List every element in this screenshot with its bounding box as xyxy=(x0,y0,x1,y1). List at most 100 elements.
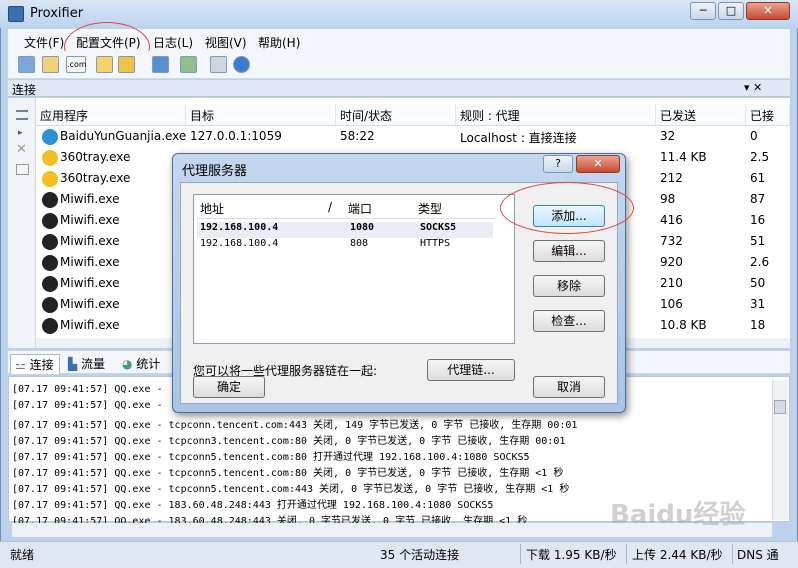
tab-connections[interactable]: ⚍ 连接 xyxy=(10,354,60,374)
status-ready: 就绪 xyxy=(10,548,35,562)
menu-log[interactable]: 日志(L) xyxy=(153,34,193,51)
proxy-chain-button[interactable]: 代理链... xyxy=(427,359,515,381)
tab-traffic[interactable]: ▙ 流量 xyxy=(64,354,114,374)
log-line: [07.17 09:41:57] QQ.exe - 183.60.48.248:… xyxy=(12,500,494,511)
detach-icon[interactable] xyxy=(16,164,29,175)
cell-recv: 2.5 xyxy=(750,150,770,164)
cell-recv: 51 xyxy=(750,234,766,248)
menu-view[interactable]: 视图(V) xyxy=(205,34,247,51)
section-pin-icon[interactable]: ▾ ✕ xyxy=(744,81,762,94)
connect-icon[interactable] xyxy=(18,56,35,73)
menu-file[interactable]: 文件(F) xyxy=(24,34,64,51)
cell-recv: 2.6 xyxy=(750,255,770,269)
cell-recv: 18 xyxy=(750,318,766,332)
cell-app: Miwifi.exe xyxy=(60,213,120,227)
expand-icon[interactable]: ▸ xyxy=(18,128,23,138)
log-scroll-thumb[interactable] xyxy=(774,400,786,414)
cell-time: 58:22 xyxy=(340,129,375,143)
maximize-button[interactable]: □ xyxy=(718,2,744,20)
minimize-button[interactable]: ─ xyxy=(690,2,716,20)
cell-app: 360tray.exe xyxy=(60,150,131,164)
dialog-help-button[interactable]: ? xyxy=(543,155,573,173)
statistics-tab-icon: ◕ xyxy=(122,357,137,371)
cancel-button[interactable]: 取消 xyxy=(533,376,605,398)
edit-proxy-button[interactable]: 编辑... xyxy=(533,240,605,262)
col-rule-proxy[interactable]: 规则 : 代理 xyxy=(456,104,656,126)
list-header-address[interactable]: 地址 xyxy=(197,199,327,219)
col-application[interactable]: 应用程序 xyxy=(36,104,186,126)
cell-app: 360tray.exe xyxy=(60,171,131,185)
check-proxy-button[interactable]: 检查... xyxy=(533,310,605,332)
cell-app: Miwifi.exe xyxy=(60,255,120,269)
cell-sent: 11.4 KB xyxy=(660,150,707,164)
log-vertical-scrollbar[interactable] xyxy=(772,380,788,520)
cell-recv: 61 xyxy=(750,171,766,185)
status-upload: 上传 2.44 KB/秒 xyxy=(632,548,723,562)
traffic-tab-icon: ▙ xyxy=(68,357,82,371)
cell-app: Miwifi.exe xyxy=(60,297,120,311)
save-icon[interactable] xyxy=(152,56,169,73)
log-line: [07.17 09:41:57] QQ.exe - tcpconn5.tence… xyxy=(12,468,564,479)
annotation-circle-add xyxy=(500,182,634,234)
cell-sent: 32 xyxy=(660,129,676,143)
cell-app: Miwifi.exe xyxy=(60,234,120,248)
proxifier-app-icon xyxy=(8,6,24,22)
menu-help[interactable]: 帮助(H) xyxy=(258,34,300,51)
ok-button[interactable]: 确定 xyxy=(193,376,265,398)
log-line: [07.17 09:41:57] QQ.exe - xyxy=(12,400,163,411)
list-header-sort-indicator: / xyxy=(325,199,345,219)
remove-proxy-button[interactable]: 移除 xyxy=(533,275,605,297)
open-icon[interactable] xyxy=(118,56,135,73)
list-header-type[interactable]: 类型 xyxy=(415,199,495,219)
dialog-title: 代理服务器 xyxy=(182,164,248,179)
log-line: [07.17 09:41:57] QQ.exe - xyxy=(12,384,163,395)
cell-target: 127.0.0.1:1059 xyxy=(190,129,282,143)
tab-statistics[interactable]: ◕ 统计 xyxy=(118,354,168,374)
log-line: [07.17 09:41:57] QQ.exe - tcpconn.tencen… xyxy=(12,420,578,431)
cell-recv: 31 xyxy=(750,297,766,311)
export-icon[interactable] xyxy=(180,56,197,73)
rules-icon[interactable] xyxy=(96,56,113,73)
connections-section-bar: 连接 ▾ ✕ xyxy=(8,80,790,97)
cell-sent: 106 xyxy=(660,297,683,311)
cell-app: BaiduYunGuanjia.exe xyxy=(60,129,186,143)
print-icon[interactable] xyxy=(210,56,227,73)
help-icon[interactable] xyxy=(233,56,250,73)
log-line: [07.17 09:41:57] QQ.exe - tcpconn3.tence… xyxy=(12,436,566,447)
close-connection-icon[interactable]: ✕ xyxy=(16,142,27,157)
cell-recv: 16 xyxy=(750,213,766,227)
dns-icon[interactable]: .com xyxy=(66,56,87,73)
dialog-close-button[interactable]: ✕ xyxy=(576,155,620,173)
status-download: 下载 1.95 KB/秒 xyxy=(526,548,617,562)
cell-sent: 920 xyxy=(660,255,683,269)
cell-recv: 87 xyxy=(750,192,766,206)
col-time-status[interactable]: 时间/状态 xyxy=(336,104,456,126)
baidu-watermark: Baidu经验 xyxy=(610,500,746,530)
profile-icon[interactable] xyxy=(42,56,59,73)
close-button[interactable]: ✕ xyxy=(746,2,790,20)
cell-rule: Localhost : 直接连接 xyxy=(460,131,577,145)
cell-sent: 10.8 KB xyxy=(660,318,707,332)
status-dns: DNS 通 xyxy=(737,548,779,562)
cell-sent: 98 xyxy=(660,192,676,206)
cell-sent: 210 xyxy=(660,276,683,290)
status-separator xyxy=(732,544,733,564)
list-header-port[interactable]: 端口 xyxy=(345,199,415,219)
connections-side-toolbar: ▸ ✕ xyxy=(8,98,36,348)
proxy-row[interactable]: 192.168.100.4 808 HTTPS xyxy=(197,238,493,254)
log-line: [07.17 09:41:57] QQ.exe - tcpconn5.tence… xyxy=(12,484,570,495)
col-received[interactable]: 已接 xyxy=(746,104,790,126)
col-sent[interactable]: 已发送 xyxy=(656,104,746,126)
cell-sent: 732 xyxy=(660,234,683,248)
cell-recv: 50 xyxy=(750,276,766,290)
cell-app: Miwifi.exe xyxy=(60,318,120,332)
section-title: 连接 xyxy=(12,83,37,97)
list-view-icon[interactable] xyxy=(16,110,28,120)
connection-tab-icon: ⚍ xyxy=(15,358,30,372)
window-title: Proxifier xyxy=(30,6,84,21)
status-active-connections: 35 个活动连接 xyxy=(380,548,460,562)
log-line: [07.17 09:41:57] QQ.exe - tcpconn5.tence… xyxy=(12,452,530,463)
col-target[interactable]: 目标 xyxy=(186,104,336,126)
proxy-row[interactable]: 192.168.100.4 1080 SOCKS5 xyxy=(197,222,493,238)
status-separator xyxy=(626,544,627,564)
